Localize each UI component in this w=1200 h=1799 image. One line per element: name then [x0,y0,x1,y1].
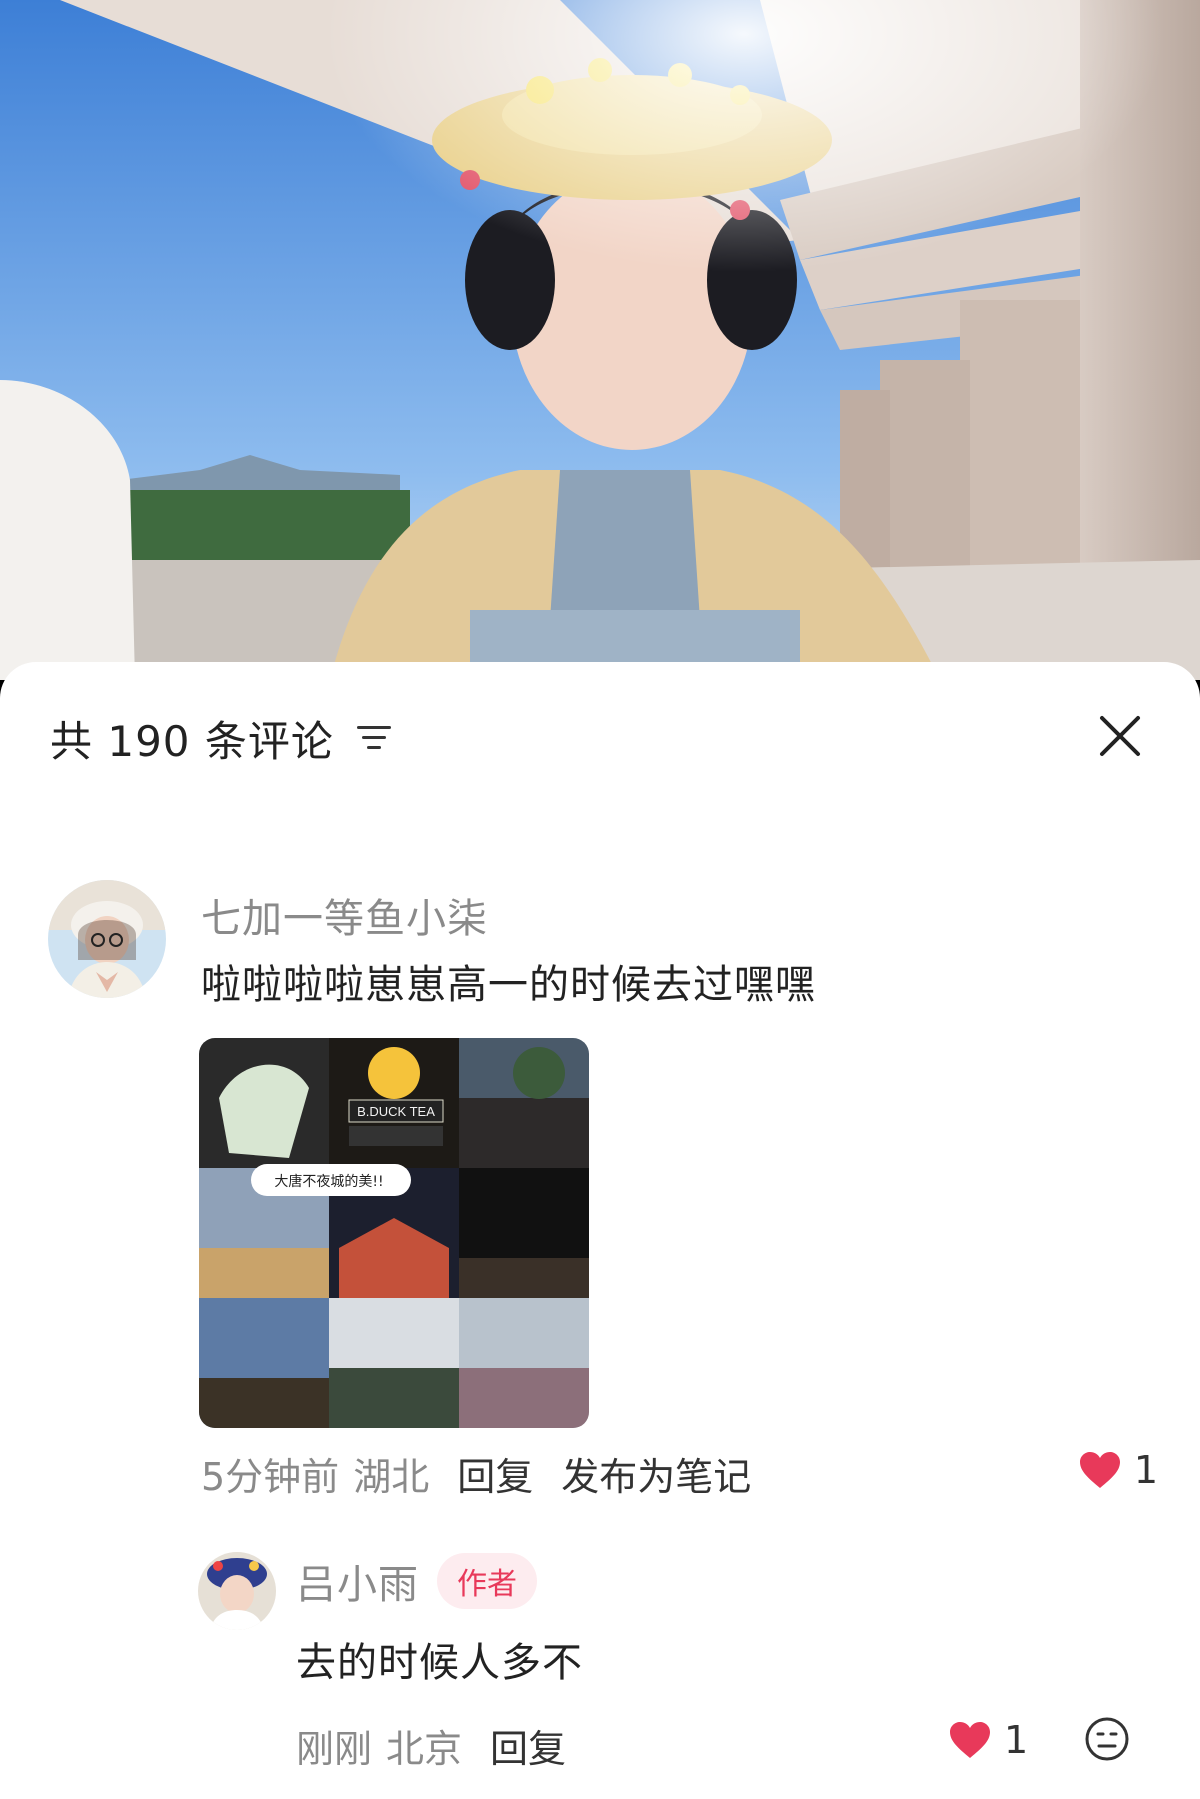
video-frame[interactable] [0,0,1200,680]
comment-sheet-header: 共 190 条评论 [50,710,394,766]
heart-icon [1079,1452,1120,1488]
filter-lines-icon[interactable] [354,718,394,758]
collage-caption: 大唐不夜城的美!! [274,1173,383,1190]
avatar[interactable] [48,880,166,998]
comment-username[interactable]: 七加一等鱼小柒 [201,886,488,944]
like-count: 1 [1004,1718,1029,1762]
comment-location: 湖北 [353,1455,430,1499]
reply-location: 北京 [386,1727,463,1771]
reply-text: 去的时候人多不 [296,1640,583,1686]
like-button[interactable]: 1 [948,1718,1028,1762]
close-icon[interactable] [1096,712,1144,760]
reply-time: 刚刚 [296,1727,373,1771]
heart-icon [950,1722,990,1758]
emoji-face-icon[interactable] [1084,1716,1130,1762]
comment-count-title: 共 190 条评论 [50,716,334,766]
reply-meta: 刚刚 北京 回复 [296,1718,566,1773]
reply-name-row: 吕小雨 作者 [296,1552,537,1610]
reply-username[interactable]: 吕小雨 [296,1552,419,1610]
comment-text: 啦啦啦啦崽崽高一的时候去过嘿嘿 [201,962,816,1008]
reply-button[interactable]: 回复 [457,1446,533,1501]
collage-sticker-text: B.DUCK TEA [357,1104,435,1119]
comment-image-collage[interactable]: B.DUCK TEA 大唐不夜城的美!! [199,1038,589,1428]
reply-button[interactable]: 回复 [490,1718,566,1773]
comment-time: 5分钟前 [201,1455,340,1499]
author-badge: 作者 [437,1553,537,1609]
publish-as-note-button[interactable]: 发布为笔记 [561,1446,751,1501]
video-still-image [0,0,1200,680]
comment-sheet: 共 190 条评论 七加一等鱼小柒 啦啦啦啦崽崽高一的时候去过嘿嘿 B.DUCK… [0,662,1200,1799]
like-count: 1 [1133,1448,1158,1492]
comment-meta: 5分钟前 湖北 回复 发布为笔记 [201,1446,751,1501]
like-button[interactable]: 1 [1078,1448,1158,1492]
avatar[interactable] [198,1552,276,1630]
